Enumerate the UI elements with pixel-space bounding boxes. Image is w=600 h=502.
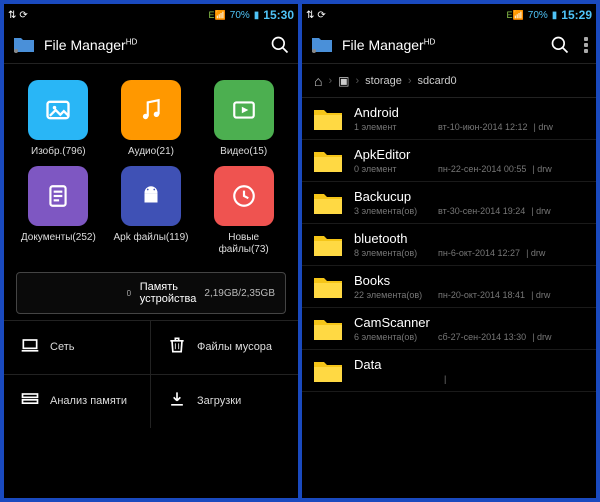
menu-icon[interactable] bbox=[584, 37, 588, 53]
wifi-icon: ⇅ bbox=[8, 10, 16, 21]
right-screenshot: ⇅ ⟳ E📶 70% ▮ 15:29 File ManagerHD ⌂ › ▣ … bbox=[302, 4, 596, 498]
folder-icon bbox=[312, 190, 344, 216]
bottom-label: Загрузки bbox=[197, 395, 241, 408]
recent-icon bbox=[214, 166, 274, 226]
file-row[interactable]: Backucup 3 элемента(ов)вт-30-сен-2014 19:… bbox=[302, 182, 596, 224]
category-video[interactable]: Видео(15) bbox=[201, 80, 286, 158]
folder-icon bbox=[312, 358, 344, 384]
app-folder-icon bbox=[12, 36, 36, 54]
file-meta: 1 элементвт-10-июн-2014 12:12| drw bbox=[354, 122, 586, 132]
breadcrumb-home-icon[interactable]: ⌂ bbox=[308, 70, 328, 92]
category-apk[interactable]: Apk файлы(119) bbox=[109, 166, 194, 256]
file-row[interactable]: Data | bbox=[302, 350, 596, 392]
file-name: bluetooth bbox=[354, 231, 586, 246]
file-meta: 8 элемента(ов)пн-6-окт-2014 12:27| drw bbox=[354, 248, 586, 258]
file-meta: 0 элементпн-22-сен-2014 00:55| drw bbox=[354, 164, 586, 174]
file-name: Backucup bbox=[354, 189, 586, 204]
category-label: Apk файлы(119) bbox=[113, 232, 188, 244]
analyze-icon bbox=[20, 389, 40, 414]
category-grid: Изобр.(796) Аудио(21) Видео(15) Документы(2… bbox=[4, 64, 298, 266]
sync-icon: ⟳ bbox=[317, 10, 325, 21]
storage-bar[interactable]: Память устройства 2,19GB/2,35GB bbox=[16, 272, 286, 314]
category-label: Изобр.(796) bbox=[31, 146, 86, 158]
bottom-analyze[interactable]: Анализ памяти bbox=[4, 374, 151, 428]
battery-icon: ▮ bbox=[254, 10, 260, 21]
category-doc[interactable]: Документы(252) bbox=[16, 166, 101, 256]
bottom-download[interactable]: Загрузки bbox=[151, 374, 298, 428]
download-icon bbox=[167, 389, 187, 414]
category-label: Новые файлы(73) bbox=[204, 232, 284, 256]
audio-icon bbox=[121, 80, 181, 140]
app-folder-icon bbox=[310, 36, 334, 54]
status-bar: ⇅ ⟳ E📶 70% ▮ 15:29 bbox=[302, 4, 596, 26]
storage-value: 2,19GB/2,35GB bbox=[204, 288, 275, 299]
app-title: File ManagerHD bbox=[342, 37, 435, 53]
category-image[interactable]: Изобр.(796) bbox=[16, 80, 101, 158]
image-icon bbox=[28, 80, 88, 140]
file-name: Data bbox=[354, 357, 586, 372]
bottom-label: Анализ памяти bbox=[50, 395, 127, 408]
clock: 15:29 bbox=[561, 8, 592, 22]
breadcrumb: ⌂ › ▣ › storage › sdcard0 bbox=[302, 64, 596, 98]
file-name: CamScanner bbox=[354, 315, 586, 330]
category-label: Документы(252) bbox=[21, 232, 96, 244]
file-row[interactable]: ApkEditor 0 элементпн-22-сен-2014 00:55| … bbox=[302, 140, 596, 182]
bottom-trash[interactable]: Файлы мусора bbox=[151, 320, 298, 374]
app-header: File ManagerHD bbox=[4, 26, 298, 64]
bottom-net[interactable]: Сеть bbox=[4, 320, 151, 374]
file-name: Books bbox=[354, 273, 586, 288]
file-meta: 6 элемента(ов)сб-27-сен-2014 13:30| drw bbox=[354, 332, 586, 342]
status-bar: ⇅ ⟳ E📶 70% ▮ 15:30 bbox=[4, 4, 298, 26]
apk-icon bbox=[121, 166, 181, 226]
folder-icon bbox=[312, 316, 344, 342]
folder-icon bbox=[312, 232, 344, 258]
bottom-grid: Сеть Файлы мусора Анализ памяти Загрузки bbox=[4, 320, 298, 428]
file-row[interactable]: bluetooth 8 элемента(ов)пн-6-окт-2014 12:… bbox=[302, 224, 596, 266]
breadcrumb-item[interactable]: storage bbox=[359, 70, 408, 92]
doc-icon bbox=[28, 166, 88, 226]
phone-icon bbox=[126, 286, 132, 300]
search-icon[interactable] bbox=[270, 35, 290, 55]
folder-icon bbox=[312, 148, 344, 174]
battery-text: 70% bbox=[528, 10, 548, 21]
left-screenshot: ⇅ ⟳ E📶 70% ▮ 15:30 File ManagerHD Изобр.… bbox=[4, 4, 298, 498]
trash-icon bbox=[167, 335, 187, 360]
video-icon bbox=[214, 80, 274, 140]
clock: 15:30 bbox=[263, 8, 294, 22]
app-title: File ManagerHD bbox=[44, 37, 137, 53]
breadcrumb-sd-icon[interactable]: ▣ bbox=[332, 70, 355, 92]
battery-text: 70% bbox=[230, 10, 250, 21]
battery-icon: ▮ bbox=[552, 10, 558, 21]
file-meta: 3 элемента(ов)вт-30-сен-2014 19:24| drw bbox=[354, 206, 586, 216]
folder-icon bbox=[312, 106, 344, 132]
category-recent[interactable]: Новые файлы(73) bbox=[201, 166, 286, 256]
breadcrumb-item[interactable]: sdcard0 bbox=[412, 70, 463, 92]
storage-label: Память устройства bbox=[140, 281, 197, 305]
file-row[interactable]: CamScanner 6 элемента(ов)сб-27-сен-2014 1… bbox=[302, 308, 596, 350]
folder-icon bbox=[312, 274, 344, 300]
signal-label: E📶 bbox=[209, 10, 226, 21]
search-icon[interactable] bbox=[550, 35, 570, 55]
file-list: Android 1 элементвт-10-июн-2014 12:12| dr… bbox=[302, 98, 596, 498]
file-row[interactable]: Android 1 элементвт-10-июн-2014 12:12| dr… bbox=[302, 98, 596, 140]
file-name: ApkEditor bbox=[354, 147, 586, 162]
file-name: Android bbox=[354, 105, 586, 120]
category-audio[interactable]: Аудио(21) bbox=[109, 80, 194, 158]
file-meta: 22 элемента(ов)пн-20-окт-2014 18:41| drw bbox=[354, 290, 586, 300]
sync-icon: ⟳ bbox=[19, 10, 27, 21]
file-row[interactable]: Books 22 элемента(ов)пн-20-окт-2014 18:41… bbox=[302, 266, 596, 308]
file-meta: | bbox=[354, 374, 586, 384]
category-label: Аудио(21) bbox=[128, 146, 174, 158]
signal-label: E📶 bbox=[507, 10, 524, 21]
net-icon bbox=[20, 335, 40, 360]
bottom-label: Сеть bbox=[50, 341, 74, 354]
category-label: Видео(15) bbox=[220, 146, 267, 158]
bottom-label: Файлы мусора bbox=[197, 341, 272, 354]
app-header: File ManagerHD bbox=[302, 26, 596, 64]
wifi-icon: ⇅ bbox=[306, 10, 314, 21]
